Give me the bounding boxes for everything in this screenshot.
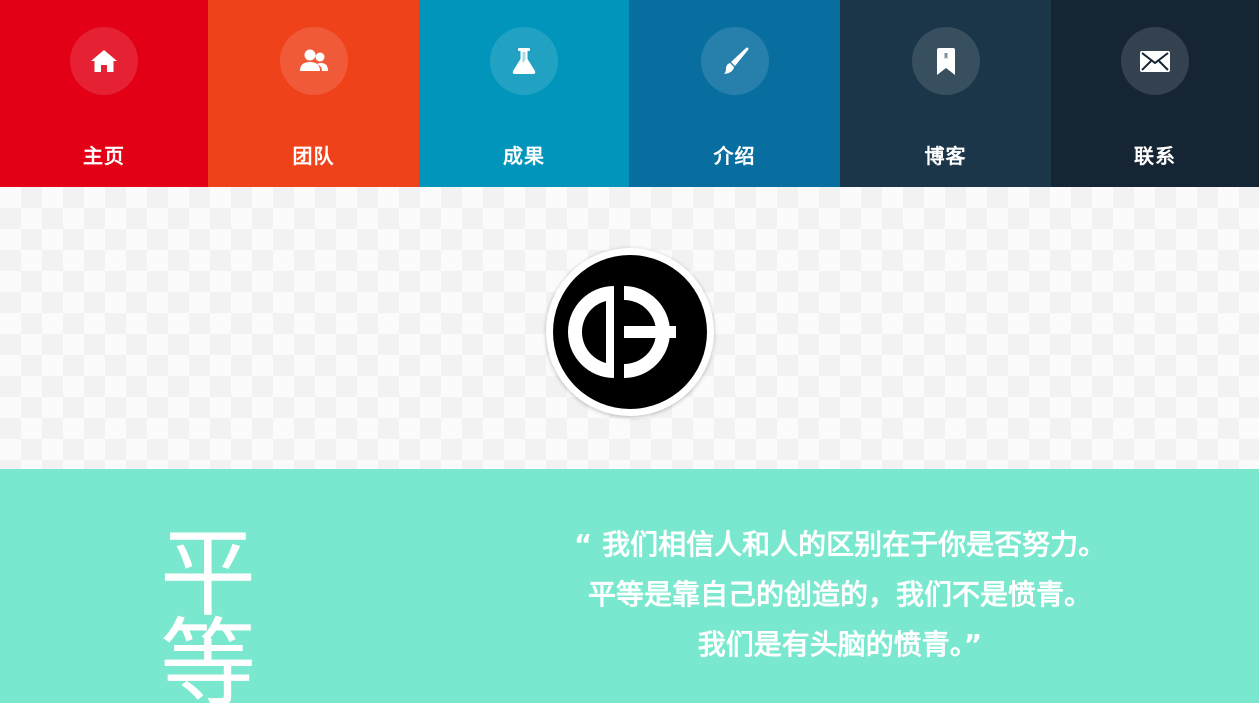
nav-item-home[interactable]: 主页 bbox=[0, 0, 208, 187]
home-icon bbox=[91, 50, 117, 72]
brush-icon bbox=[723, 47, 748, 74]
nav-label: 团队 bbox=[292, 144, 335, 168]
motto-section: 平 等 “ 我们相信人和人的区别在于你是否努力。 平等是靠自己的创造的，我们不是… bbox=[0, 469, 1259, 703]
motto-big-char: 等 bbox=[160, 608, 256, 703]
nav-label: 介绍 bbox=[713, 144, 756, 168]
quote-line: 我们是有头脑的愤青。” bbox=[697, 628, 983, 661]
main-nav: 主页 团队 成果 介绍 博客 联系 bbox=[0, 0, 1259, 187]
hero-banner bbox=[0, 187, 1259, 469]
nav-icon-circle bbox=[1121, 27, 1189, 95]
nav-icon-circle bbox=[700, 27, 769, 95]
nav-item-results[interactable]: 成果 bbox=[419, 0, 629, 187]
nav-item-team[interactable]: 团队 bbox=[208, 0, 419, 187]
nav-icon-circle bbox=[70, 27, 138, 95]
nav-icon-circle bbox=[490, 27, 558, 95]
nav-icon-circle bbox=[911, 27, 980, 95]
nav-label: 主页 bbox=[83, 144, 125, 168]
nav-item-blog[interactable]: 博客 bbox=[840, 0, 1051, 187]
nav-label: 联系 bbox=[1134, 144, 1176, 168]
dh-logo-icon bbox=[553, 255, 707, 409]
quote-line: 平等是靠自己的创造的，我们不是愤青。 bbox=[587, 578, 1092, 611]
nav-item-contact[interactable]: 联系 bbox=[1051, 0, 1259, 187]
bookmark-icon bbox=[936, 48, 955, 75]
nav-item-intro[interactable]: 介绍 bbox=[629, 0, 840, 187]
quote-line: “ 我们相信人和人的区别在于你是否努力。 bbox=[573, 528, 1107, 561]
envelope-icon bbox=[1140, 51, 1170, 72]
flask-icon bbox=[512, 48, 536, 74]
nav-icon-circle bbox=[279, 27, 348, 95]
nav-label: 成果 bbox=[503, 144, 545, 168]
logo[interactable] bbox=[546, 248, 714, 416]
nav-label: 博客 bbox=[924, 144, 967, 168]
team-icon bbox=[299, 49, 328, 71]
